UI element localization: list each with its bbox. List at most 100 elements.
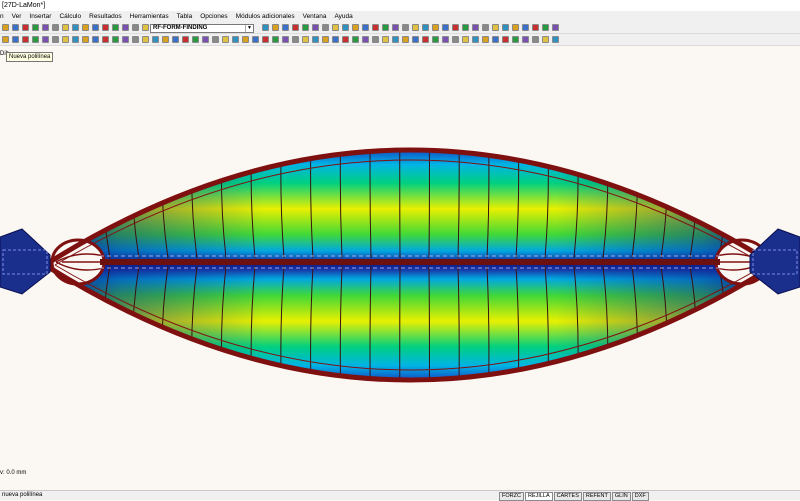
toolbar-button-icon[interactable] [292, 24, 299, 31]
toolbar-button-icon[interactable] [482, 24, 489, 31]
toolbar-button-icon[interactable] [12, 24, 19, 31]
toolbar-button-icon[interactable] [162, 36, 169, 43]
toolbar-button-icon[interactable] [42, 24, 49, 31]
toolbar-button-icon[interactable] [542, 36, 549, 43]
toolbar-button-icon[interactable] [2, 36, 9, 43]
toolbar-button-icon[interactable] [402, 24, 409, 31]
toolbar-button-icon[interactable] [432, 36, 439, 43]
toolbar-button-icon[interactable] [112, 24, 119, 31]
toolbar-button-icon[interactable] [272, 24, 279, 31]
toolbar-button-icon[interactable] [502, 24, 509, 31]
toolbar-button-icon[interactable] [252, 36, 259, 43]
toolbar-button-icon[interactable] [342, 36, 349, 43]
toolbar-button-icon[interactable] [62, 36, 69, 43]
toolbar-button-icon[interactable] [132, 24, 139, 31]
toolbar-button-icon[interactable] [42, 36, 49, 43]
toolbar-button-icon[interactable] [532, 36, 539, 43]
toolbar-button-icon[interactable] [462, 36, 469, 43]
toolbar-button-icon[interactable] [492, 24, 499, 31]
toolbar-button-icon[interactable] [312, 24, 319, 31]
toolbar-button-icon[interactable] [512, 36, 519, 43]
toolbar-button-icon[interactable] [552, 24, 559, 31]
toolbar-button-icon[interactable] [362, 24, 369, 31]
toolbar-button-icon[interactable] [282, 36, 289, 43]
toolbar-button-icon[interactable] [382, 36, 389, 43]
toolbar-button-icon[interactable] [232, 36, 239, 43]
toolbar-button-icon[interactable] [502, 36, 509, 43]
toolbar-button-icon[interactable] [102, 36, 109, 43]
toolbar-button-icon[interactable] [452, 24, 459, 31]
toolbar-button-icon[interactable] [412, 36, 419, 43]
toolbar-button-icon[interactable] [292, 36, 299, 43]
toolbar-button-icon[interactable] [172, 36, 179, 43]
toolbar-button-icon[interactable] [482, 36, 489, 43]
toolbar-button-icon[interactable] [112, 36, 119, 43]
toolbar-button-icon[interactable] [312, 36, 319, 43]
toolbar-button-icon[interactable] [92, 24, 99, 31]
toolbar-button-icon[interactable] [72, 36, 79, 43]
toolbar-button-icon[interactable] [282, 24, 289, 31]
toolbar-button-icon[interactable] [422, 36, 429, 43]
toolbar-button-icon[interactable] [32, 24, 39, 31]
toolbar-button-icon[interactable] [32, 36, 39, 43]
toolbar-button-icon[interactable] [332, 24, 339, 31]
menu-ayuda[interactable]: Ayuda [334, 13, 352, 20]
toolbar-button-icon[interactable] [452, 36, 459, 43]
toolbar-button-icon[interactable] [412, 24, 419, 31]
toolbar-button-icon[interactable] [212, 36, 219, 43]
toolbar-button-icon[interactable] [142, 36, 149, 43]
toolbar-button-icon[interactable] [382, 24, 389, 31]
toolbar-button-icon[interactable] [12, 36, 19, 43]
toolbar-button-icon[interactable] [202, 36, 209, 43]
toolbar-button-icon[interactable] [402, 36, 409, 43]
toolbar-button-icon[interactable] [242, 36, 249, 43]
menu-item[interactable]: n [0, 13, 4, 20]
toolbar-button-icon[interactable] [392, 24, 399, 31]
toolbar-button-icon[interactable] [182, 36, 189, 43]
toolbar-button-icon[interactable] [472, 24, 479, 31]
menu-ver[interactable]: Ver [12, 13, 22, 20]
chevron-down-icon[interactable]: ▼ [245, 25, 253, 32]
toolbar-button-icon[interactable] [472, 36, 479, 43]
toolbar-button-icon[interactable] [342, 24, 349, 31]
toolbar-button-icon[interactable] [72, 24, 79, 31]
toolbar-button-icon[interactable] [22, 24, 29, 31]
toolbar-button-icon[interactable] [302, 24, 309, 31]
toolbar-button-icon[interactable] [322, 24, 329, 31]
toolbar-button-icon[interactable] [352, 24, 359, 31]
toolbar-button-icon[interactable] [362, 36, 369, 43]
menu-ventana[interactable]: Ventana [303, 13, 327, 20]
menu-resultados[interactable]: Resultados [89, 13, 122, 20]
model-viewport[interactable] [0, 47, 800, 487]
toolbar-button-icon[interactable] [372, 36, 379, 43]
toolbar-button-icon[interactable] [222, 36, 229, 43]
toolbar-button-icon[interactable] [322, 36, 329, 43]
toolbar-button-icon[interactable] [22, 36, 29, 43]
toolbar-button-icon[interactable] [52, 24, 59, 31]
toolbar-button-icon[interactable] [552, 36, 559, 43]
toolbar-button-icon[interactable] [332, 36, 339, 43]
toolbar-button-icon[interactable] [462, 24, 469, 31]
toolbar-button-icon[interactable] [52, 36, 59, 43]
toolbar-button-icon[interactable] [82, 24, 89, 31]
toolbar-button-icon[interactable] [522, 24, 529, 31]
toolbar-button-icon[interactable] [422, 24, 429, 31]
menu-calculo[interactable]: Cálculo [59, 13, 81, 20]
toolbar-button-icon[interactable] [82, 36, 89, 43]
toolbar-button-icon[interactable] [432, 24, 439, 31]
menu-opciones[interactable]: Opciones [200, 13, 227, 20]
menu-tabla[interactable]: Tabla [177, 13, 193, 20]
toolbar-button-icon[interactable] [122, 36, 129, 43]
toolbar-button-icon[interactable] [152, 36, 159, 43]
toolbar-button-icon[interactable] [272, 36, 279, 43]
toolbar-button-icon[interactable] [2, 24, 9, 31]
menu-herramientas[interactable]: Herramientas [130, 13, 169, 20]
menu-modulos[interactable]: Módulos adicionales [236, 13, 295, 20]
toolbar-button-icon[interactable] [372, 24, 379, 31]
toolbar-button-icon[interactable] [542, 24, 549, 31]
toolbar-button-icon[interactable] [102, 24, 109, 31]
toolbar-button-icon[interactable] [442, 36, 449, 43]
toolbar-button-icon[interactable] [192, 36, 199, 43]
toolbar-button-icon[interactable] [442, 24, 449, 31]
toolbar-button-icon[interactable] [352, 36, 359, 43]
